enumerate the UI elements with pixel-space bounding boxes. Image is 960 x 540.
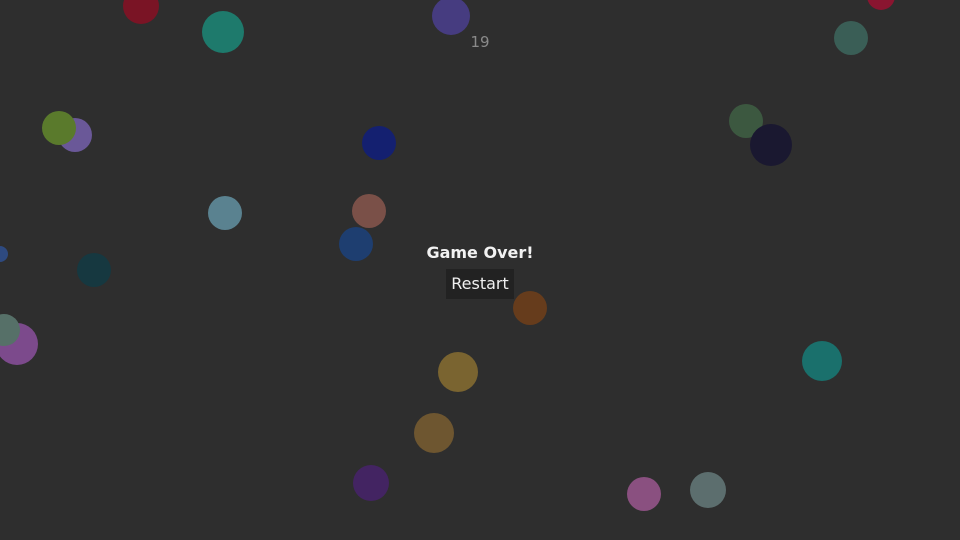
ball[interactable] bbox=[42, 111, 76, 145]
game-canvas[interactable]: 19 Game Over! Restart bbox=[0, 0, 960, 540]
ball[interactable] bbox=[208, 196, 242, 230]
ball[interactable] bbox=[750, 124, 792, 166]
ball[interactable] bbox=[352, 194, 386, 228]
ball[interactable] bbox=[432, 0, 470, 35]
ball[interactable] bbox=[438, 352, 478, 392]
ball[interactable] bbox=[123, 0, 159, 24]
restart-button[interactable]: Restart bbox=[446, 269, 514, 299]
ball[interactable] bbox=[362, 126, 396, 160]
ball[interactable] bbox=[802, 341, 842, 381]
ball[interactable] bbox=[867, 0, 895, 10]
score-display: 19 bbox=[470, 33, 490, 51]
game-over-text: Game Over! bbox=[426, 243, 534, 262]
ball[interactable] bbox=[414, 413, 454, 453]
ball[interactable] bbox=[690, 472, 726, 508]
ball[interactable] bbox=[353, 465, 389, 501]
ball[interactable] bbox=[627, 477, 661, 511]
game-over-overlay: Game Over! Restart bbox=[0, 242, 960, 299]
